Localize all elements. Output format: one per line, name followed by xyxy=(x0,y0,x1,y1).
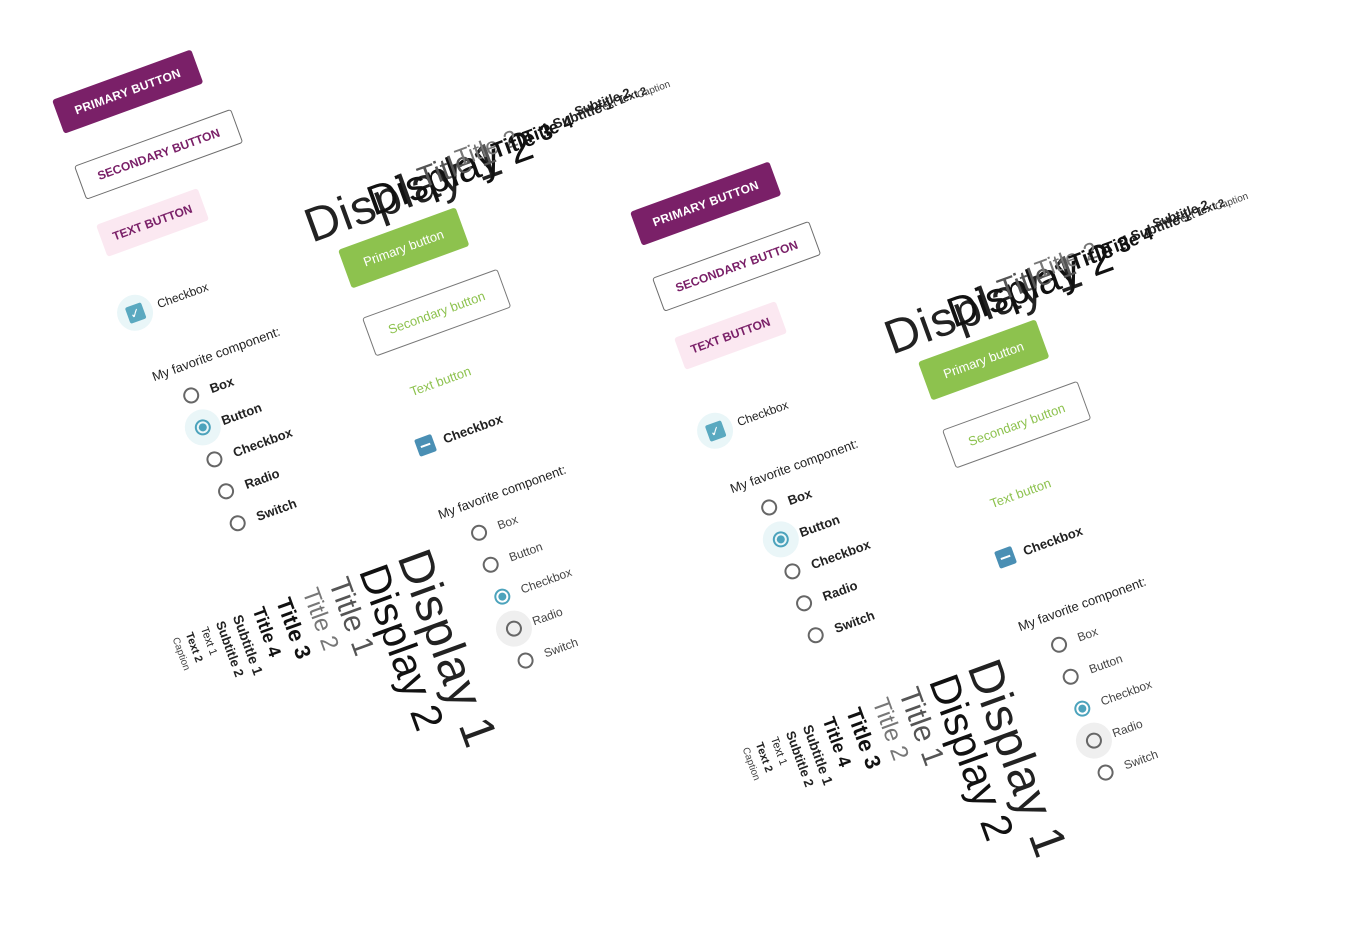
radio-icon xyxy=(468,522,490,544)
secondary-button[interactable]: SECONDARY BUTTON xyxy=(652,220,822,312)
checkbox-halo: ✓ xyxy=(692,407,739,454)
radio-icon xyxy=(515,650,536,671)
radio-label: Box xyxy=(207,373,236,396)
radio-icon xyxy=(227,512,248,534)
text-button[interactable]: TEXT BUTTON xyxy=(674,301,787,370)
radio-label: Radio xyxy=(530,604,565,629)
radio-icon xyxy=(215,481,237,502)
secondary-button[interactable]: SECONDARY BUTTON xyxy=(74,108,244,200)
green-text-button[interactable]: Text button xyxy=(988,475,1053,511)
panel-b-green-secondary-wrap: Secondary button xyxy=(942,380,1092,469)
radio-label: Radio xyxy=(242,465,282,492)
primary-button[interactable]: PRIMARY BUTTON xyxy=(630,161,782,246)
radio-label: Switch xyxy=(831,607,877,636)
radio-icon xyxy=(204,449,225,470)
radio-label: Box xyxy=(1075,624,1100,645)
panel-a-text-wrap: TEXT BUTTON xyxy=(96,188,209,257)
radio-icon xyxy=(480,554,501,575)
panel-a-checkbox-wrap: ✓ Checkbox xyxy=(112,269,214,336)
radio-icon xyxy=(180,385,202,406)
indeterminate-checkbox[interactable]: Checkbox xyxy=(994,521,1085,569)
green-secondary-button[interactable]: Secondary button xyxy=(942,380,1092,469)
radio-label: Button xyxy=(507,539,545,565)
radio-label: Box xyxy=(785,485,814,508)
indeterminate-checkbox[interactable]: Checkbox xyxy=(414,409,505,457)
indeterminate-icon xyxy=(414,433,438,457)
caption: Caption xyxy=(635,78,672,102)
panel-b-radio-group: My favorite component: Box Button Checkb… xyxy=(728,436,920,662)
panel-a-green-text-wrap: Text button xyxy=(408,363,473,399)
primary-button[interactable]: PRIMARY BUTTON xyxy=(52,49,204,134)
radio-icon xyxy=(1083,730,1105,751)
radio-label: Radio xyxy=(1110,716,1145,741)
radio-icon xyxy=(1048,634,1070,656)
radio-label: Switch xyxy=(253,495,299,524)
radio-selected-icon xyxy=(492,586,513,607)
panel-b-text-wrap: TEXT BUTTON xyxy=(674,301,787,370)
panel-b-caption-wrap: Caption xyxy=(1212,186,1251,215)
panel-a-indeterminate-wrap: Checkbox xyxy=(414,409,505,457)
checkbox-label: Checkbox xyxy=(440,410,505,446)
checkbox-label: Checkbox xyxy=(155,279,211,312)
text-button[interactable]: TEXT BUTTON xyxy=(96,188,209,257)
panel-a-radio-group: My favorite component: Box Button Checkb… xyxy=(150,324,342,550)
radio-selected-icon xyxy=(192,417,214,438)
panel-a-caption-wrap: Caption xyxy=(634,74,673,103)
radio-icon xyxy=(503,618,525,639)
radio-label: Button xyxy=(1087,651,1125,677)
indeterminate-icon xyxy=(994,545,1018,569)
checkbox[interactable]: ✓ Checkbox xyxy=(692,387,794,454)
radio-selected-icon xyxy=(1072,698,1093,719)
check-icon: ✓ xyxy=(704,419,726,442)
panel-b-green-text-wrap: Text button xyxy=(988,475,1053,511)
radio-icon xyxy=(1095,762,1116,783)
checkbox[interactable]: ✓ Checkbox xyxy=(112,269,214,336)
checkbox-halo: ✓ xyxy=(112,289,159,336)
panel-b-secondary-wrap: SECONDARY BUTTON xyxy=(652,220,822,312)
radio-selected-icon xyxy=(770,529,792,550)
radio-label: Button xyxy=(219,399,264,428)
panel-b-indeterminate-wrap: Checkbox xyxy=(994,521,1085,569)
radio-label: Switch xyxy=(1121,747,1160,773)
panel-a-secondary-wrap: SECONDARY BUTTON xyxy=(74,108,244,200)
panel-a-green-secondary-wrap: Secondary button xyxy=(362,268,512,357)
panel-b-primary-wrap: PRIMARY BUTTON xyxy=(630,161,782,246)
panel-a-vertical-typography: Display 1 Display 2 Title 1 Title 2 Titl… xyxy=(169,543,507,834)
radio-icon xyxy=(782,561,803,582)
green-secondary-button[interactable]: Secondary button xyxy=(362,268,512,357)
radio-label: Button xyxy=(797,511,842,540)
green-text-button[interactable]: Text button xyxy=(408,363,473,399)
radio-icon xyxy=(793,593,815,614)
checkbox-label: Checkbox xyxy=(1020,522,1085,558)
radio-label: Radio xyxy=(820,577,860,604)
panel-b-vertical-typography: Display 1 Display 2 Title 1 Title 2 Titl… xyxy=(739,653,1077,944)
panel-a-purple-buttons: PRIMARY BUTTON xyxy=(52,49,204,134)
caption: Caption xyxy=(1213,190,1250,214)
check-icon: ✓ xyxy=(124,301,146,324)
radio-icon xyxy=(1060,666,1081,687)
radio-label: Box xyxy=(495,512,520,533)
radio-icon xyxy=(805,624,826,646)
panel-b-checkbox-wrap: ✓ Checkbox xyxy=(692,387,794,454)
checkbox-label: Checkbox xyxy=(735,397,791,430)
radio-label: Switch xyxy=(541,635,580,661)
radio-icon xyxy=(758,497,780,518)
